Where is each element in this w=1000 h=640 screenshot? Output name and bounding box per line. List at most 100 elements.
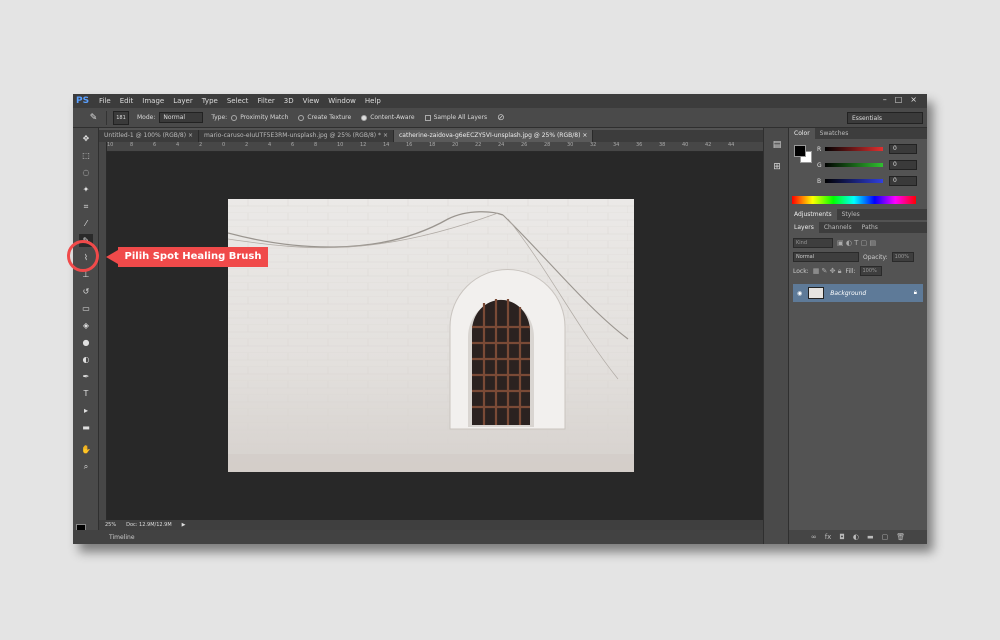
menu-select[interactable]: Select: [227, 97, 249, 105]
menu-layer[interactable]: Layer: [173, 97, 193, 105]
lasso-tool-icon[interactable]: ◌: [79, 166, 93, 179]
color-spectrum[interactable]: [792, 196, 916, 204]
paint-bucket-tool-icon[interactable]: ◈: [79, 319, 93, 332]
ruler-tick: 36: [636, 142, 643, 148]
red-value[interactable]: 0: [889, 144, 917, 154]
brush-size-picker[interactable]: 181: [113, 110, 129, 125]
menu-view[interactable]: View: [303, 97, 320, 105]
document-image[interactable]: [228, 199, 634, 472]
move-tool-icon[interactable]: ✥: [79, 132, 93, 145]
doc-tab-mario-caruso[interactable]: mario-caruso-eIuUTF5E3RM-unsplash.jpg @ …: [199, 130, 394, 142]
blur-tool-icon[interactable]: ●: [79, 336, 93, 349]
group-icon[interactable]: ▬: [867, 533, 874, 541]
layer-name: Background: [830, 289, 867, 297]
canvas-area[interactable]: [107, 152, 763, 520]
eraser-tool-icon[interactable]: ▭: [79, 302, 93, 315]
dodge-tool-icon[interactable]: ◐: [79, 353, 93, 366]
tab-adjustments[interactable]: Adjustments: [789, 209, 837, 220]
rectangle-tool-icon[interactable]: ▬: [79, 421, 93, 434]
mode-select[interactable]: Normal: [159, 112, 204, 123]
red-label: R: [817, 145, 822, 153]
ruler-tick: 0: [222, 142, 226, 148]
quick-select-tool-icon[interactable]: ✦: [79, 183, 93, 196]
tab-swatches[interactable]: Swatches: [815, 128, 854, 139]
mode-label: Mode:: [137, 114, 156, 121]
blue-bar[interactable]: [825, 179, 883, 183]
hand-tool-icon[interactable]: ✋: [79, 443, 93, 456]
red-slider[interactable]: R 0: [817, 143, 917, 155]
marquee-tool-icon[interactable]: ⬚: [79, 149, 93, 162]
zoom-level[interactable]: 25%: [105, 522, 116, 528]
eye-icon[interactable]: ◉: [797, 290, 802, 297]
lock-icons[interactable]: ▦ ✎ ✥ 🔒︎: [813, 267, 842, 276]
tab-channels[interactable]: Channels: [819, 222, 857, 233]
ruler-tick: 42: [705, 142, 712, 148]
filter-icons[interactable]: ▣ ◐ T ▢ ▤: [837, 239, 876, 247]
adjustment-layer-icon[interactable]: ◐: [853, 533, 859, 541]
pen-tool-icon[interactable]: ✒: [79, 370, 93, 383]
opacity-label: Opacity:: [863, 253, 888, 261]
crop-tool-icon[interactable]: ⌗: [79, 200, 93, 213]
kind-filter-select[interactable]: Kind: [793, 238, 833, 248]
ruler-tick: 8: [314, 142, 318, 148]
red-bar[interactable]: [825, 147, 883, 151]
menu-filter[interactable]: Filter: [257, 97, 274, 105]
type-content-aware-label: Content-Aware: [370, 114, 415, 121]
sample-all-layers-label: Sample All Layers: [433, 114, 488, 121]
new-layer-icon[interactable]: ▢: [882, 533, 889, 541]
timeline-label[interactable]: Timeline: [109, 534, 135, 541]
green-label: G: [817, 161, 822, 169]
layer-row-background[interactable]: ◉ Background 🔒︎: [793, 284, 923, 302]
ps-logo: PS: [76, 96, 90, 106]
tab-paths[interactable]: Paths: [857, 222, 883, 233]
status-menu-arrow-icon[interactable]: ▶: [182, 522, 186, 528]
blend-mode-select[interactable]: Normal: [793, 252, 859, 262]
history-brush-tool-icon[interactable]: ↺: [79, 285, 93, 298]
color-panel: R 0 G 0 B 0: [789, 139, 927, 209]
green-bar[interactable]: [825, 163, 883, 167]
path-selection-tool-icon[interactable]: ▸: [79, 404, 93, 417]
link-icon[interactable]: ∞: [811, 533, 817, 541]
menu-3d[interactable]: 3D: [284, 97, 294, 105]
tab-color[interactable]: Color: [789, 128, 815, 139]
type-tool-icon[interactable]: T: [79, 387, 93, 400]
fx-icon[interactable]: fx: [825, 533, 832, 541]
blue-value[interactable]: 0: [889, 176, 917, 186]
menu-help[interactable]: Help: [365, 97, 381, 105]
menu-window[interactable]: Window: [328, 97, 356, 105]
opacity-field[interactable]: 100%: [891, 252, 914, 262]
workspace-select[interactable]: Essentials: [847, 112, 923, 124]
fill-field[interactable]: 100%: [859, 266, 882, 276]
green-value[interactable]: 0: [889, 160, 917, 170]
mask-icon[interactable]: ◘: [839, 533, 845, 541]
maximize-button[interactable]: □: [895, 95, 903, 104]
type-proximity-radio[interactable]: Proximity Match: [231, 114, 288, 121]
menu-file[interactable]: File: [99, 97, 111, 105]
menu-image[interactable]: Image: [142, 97, 164, 105]
menu-type[interactable]: Type: [202, 97, 218, 105]
menu-edit[interactable]: Edit: [120, 97, 134, 105]
photoshop-window: PS File Edit Image Layer Type Select Fil…: [73, 94, 927, 544]
sample-all-layers-checkbox[interactable]: Sample All Layers: [424, 114, 488, 121]
history-panel-icon[interactable]: ▤: [770, 138, 784, 152]
doc-tab-catherine-zaidova[interactable]: catherine-zaidova-g6eECZY5VI-unsplash.jp…: [393, 130, 594, 142]
tool-preset-picker[interactable]: ✎: [81, 110, 107, 125]
type-create-texture-radio[interactable]: Create Texture: [298, 114, 351, 121]
color-foreground-swatch[interactable]: [794, 145, 806, 157]
type-content-aware-radio[interactable]: Content-Aware: [361, 114, 415, 121]
trash-icon[interactable]: 🗑︎: [896, 533, 905, 541]
green-slider[interactable]: G 0: [817, 159, 917, 171]
properties-panel-icon[interactable]: ⊞: [770, 160, 784, 174]
zoom-tool-icon[interactable]: ⌕: [79, 460, 93, 473]
blue-slider[interactable]: B 0: [817, 175, 917, 187]
lock-icon: 🔒︎: [913, 289, 917, 296]
doc-tab-untitled[interactable]: Untitled-1 @ 100% (RGB/8) ×: [99, 130, 199, 142]
ruler-tick: 34: [613, 142, 620, 148]
close-button[interactable]: ×: [910, 95, 917, 104]
tab-layers[interactable]: Layers: [789, 222, 819, 233]
tab-styles[interactable]: Styles: [837, 209, 865, 220]
radio-icon: [231, 114, 238, 121]
eyedropper-tool-icon[interactable]: ⁄: [79, 217, 93, 230]
pressure-icon[interactable]: ⊘: [497, 113, 505, 123]
minimize-button[interactable]: –: [883, 95, 887, 104]
